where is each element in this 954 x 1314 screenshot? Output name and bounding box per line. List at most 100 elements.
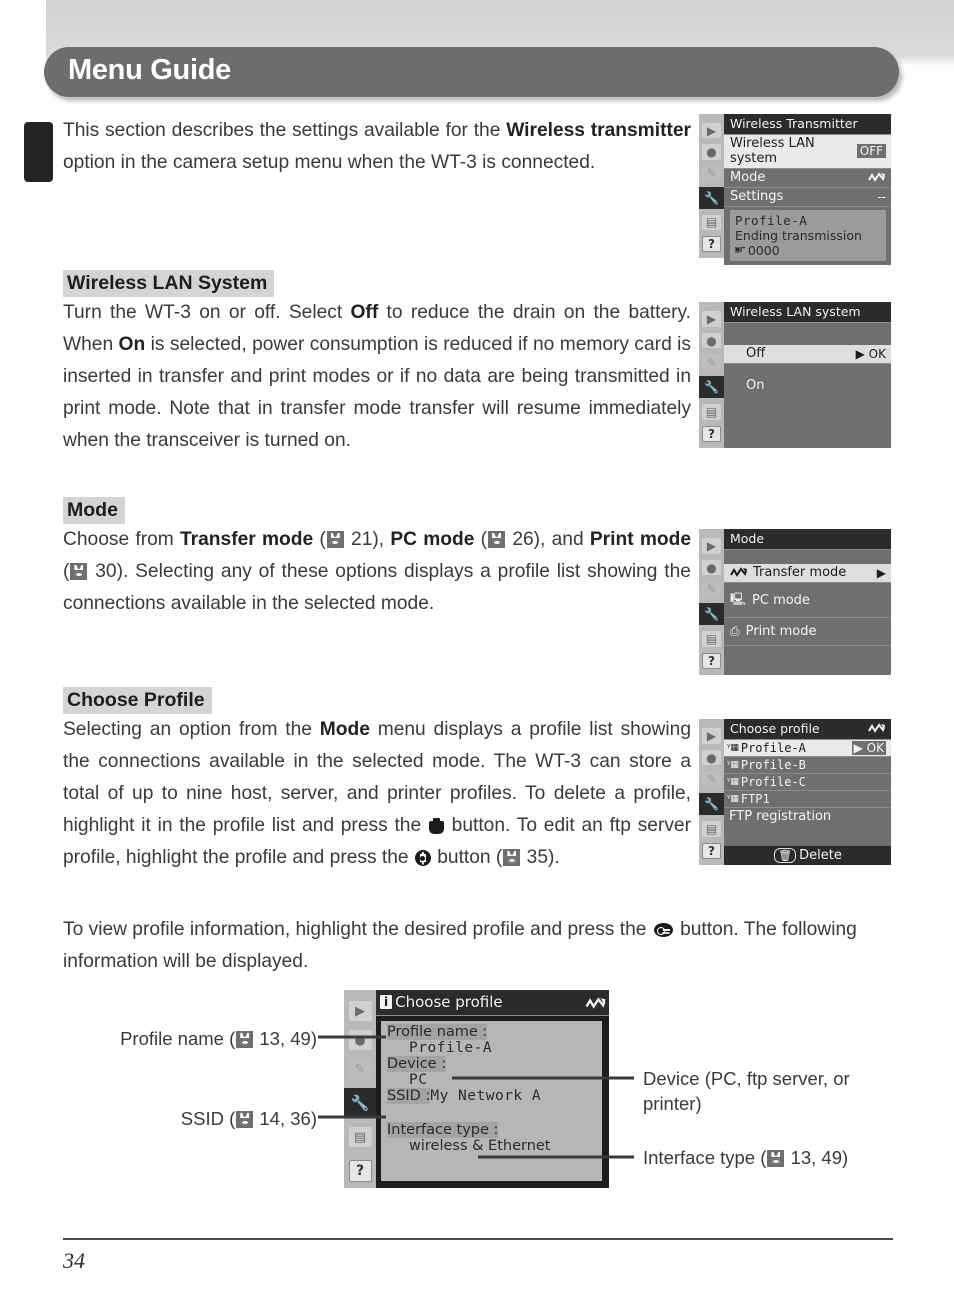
lcd4-item1-label: Profile-B: [740, 758, 806, 772]
lcd5-field2-label: SSID :: [387, 1088, 431, 1104]
callout-ssid-ref: 14, 36: [259, 1108, 311, 1129]
lcd-wireless-transmitter: ▶ ● ✎ 🔧 ▤ ? Wireless Transmitter Wireles…: [699, 114, 891, 265]
mode-text-a: Choose from: [63, 529, 180, 550]
play-icon: ▶: [702, 311, 721, 327]
reference-icon: [488, 531, 506, 548]
lcd3-option2-label: Print mode: [745, 624, 817, 639]
intro-text-c: option in the camera setup menu when the…: [63, 152, 596, 173]
lcd4-item4-label: FTP registration: [729, 809, 832, 824]
lcd1-title-text: Wireless Transmitter: [730, 116, 858, 131]
section-body-choose-profile: Selecting an option from the Mode menu d…: [63, 714, 691, 874]
pc-icon: 🖳: [730, 592, 747, 606]
lcd5-field2-value: My Network A: [430, 1088, 542, 1104]
menu-icon: ▤: [702, 821, 721, 837]
play-icon: ▶: [702, 123, 721, 139]
lcd2-option1-label: On: [746, 377, 765, 393]
reference-icon: [767, 1150, 785, 1167]
lcd2-option-on[interactable]: On: [724, 376, 891, 395]
lcd1-row2-label: Settings: [730, 189, 784, 204]
help-icon: ?: [348, 1160, 372, 1182]
help-icon: ?: [702, 426, 721, 442]
callout-ssid-text-a: SSID (: [180, 1108, 236, 1129]
lcd-sidebar: ▶ ● ✎ 🔧 ▤ ?: [699, 114, 724, 258]
mode-bold-pc: PC mode: [390, 529, 475, 550]
lcd3-title: Mode: [724, 529, 891, 550]
callout-device: Device (PC, ftp server, or printer): [643, 1066, 893, 1116]
lcd3-option-transfer-mode[interactable]: Transfer mode ▶: [724, 564, 891, 583]
lcd3-option-pc-mode[interactable]: 🖳 PC mode: [724, 583, 891, 618]
wave-icon: [730, 567, 748, 578]
printer-icon: ⎙: [730, 624, 740, 638]
section-heading-choose-profile: Choose Profile: [63, 687, 212, 714]
wrench-icon: 🔧: [699, 793, 724, 816]
lcd5-field1-label: Device :: [387, 1056, 447, 1072]
page-number: 34: [63, 1248, 85, 1273]
help-icon: ?: [702, 653, 721, 669]
lcd5-field-interface-type: Interface type : wireless & Ethernet: [387, 1122, 596, 1154]
menu-icon: ▤: [702, 214, 721, 231]
cp-text-a: Selecting an option from the: [63, 719, 320, 740]
lcd4-item-ftp1[interactable]: ᵞ▦ FTP1: [724, 791, 891, 808]
lcd1-row-wireless-lan-system[interactable]: Wireless LAN system OFF: [724, 135, 891, 169]
intro-paragraph: This section describes the settings avai…: [63, 115, 691, 179]
callout-profile-name: Profile name ( 13, 49): [97, 1026, 317, 1051]
reference-icon: [503, 849, 521, 866]
lcd5-field-ssid: SSID :My Network A: [387, 1088, 596, 1104]
lcd1-row-settings[interactable]: Settings --: [724, 188, 891, 207]
antenna-lan-icon: ᵞ▦: [727, 794, 739, 804]
mode-text-end: ). Selecting any of these options displa…: [63, 561, 691, 614]
lcd5-field0-label: Profile name :: [387, 1024, 488, 1040]
lcd1-row0-value: OFF: [856, 144, 886, 158]
reference-icon: [236, 1111, 254, 1128]
pencil-icon: ✎: [702, 165, 721, 182]
wave-icon: [585, 996, 606, 1009]
lcd2-option-off[interactable]: Off ▶ OK: [724, 345, 891, 364]
lcd3-option1-label: PC mode: [752, 593, 810, 608]
reference-icon: [236, 1031, 254, 1048]
footer-divider: [63, 1238, 893, 1240]
mode-mid-2: ), and: [533, 529, 590, 550]
lcd2-title: Wireless LAN system: [724, 302, 891, 323]
lcd5-field3-label: Interface type :: [387, 1122, 499, 1138]
wlan-text-a: Turn the WT-3 on or off. Select: [63, 302, 351, 323]
lcd2-title-text: Wireless LAN system: [730, 304, 861, 319]
menu-icon: ▤: [702, 404, 721, 420]
record-icon: ●: [702, 144, 721, 160]
lcd-sidebar: ▶ ● ✎ 🔧 ▤ ?: [699, 302, 724, 448]
wave-icon: [868, 723, 886, 734]
lcd-wireless-lan-system: ▶ ● ✎ 🔧 ▤ ? Wireless LAN system Off ▶ OK…: [699, 302, 891, 448]
multi-selector-center-icon: [414, 850, 431, 866]
lcd4-item-ftp-registration[interactable]: FTP registration: [724, 808, 891, 825]
remaining-icon: ▣↱: [735, 245, 746, 255]
lcd-sidebar: ▶ ● ✎ 🔧 ▤ ?: [699, 719, 724, 865]
mode-bold-print: Print mode: [589, 529, 691, 550]
lcd3-option-print-mode[interactable]: ⎙ Print mode: [724, 618, 891, 646]
callout-profile-name-ref: 13, 49: [259, 1028, 311, 1049]
lcd1-row-mode[interactable]: Mode: [724, 169, 891, 188]
antenna-lan-icon: ᵞ▦: [727, 777, 739, 787]
lcd4-item3-label: FTP1: [740, 792, 770, 806]
lcd5-field-device: Device : PC: [387, 1056, 596, 1088]
wlan-bold-on: On: [118, 334, 146, 355]
antenna-lan-icon: ᵞ▦: [727, 760, 739, 770]
lcd-mode: ▶ ● ✎ 🔧 ▤ ? Mode Transfer mode ▶ 🖳 PC mo…: [699, 529, 891, 675]
callout-profile-name-text-b: ): [310, 1028, 317, 1049]
mode-ref-30: 30: [95, 561, 117, 582]
intro-text-a: This section describes the settings avai…: [63, 120, 507, 141]
lcd4-item0-value: ▶ OK: [851, 741, 886, 755]
wave-icon: [868, 172, 886, 183]
callout-interface-text-b: ): [841, 1147, 849, 1168]
wlan-bold-off: Off: [350, 302, 379, 323]
lcd4-item-profile-b[interactable]: ᵞ▦ Profile-B: [724, 757, 891, 774]
intro-bold-wireless-transmitter: Wireless transmitter: [506, 120, 691, 141]
lcd4-item-profile-c[interactable]: ᵞ▦ Profile-C: [724, 774, 891, 791]
record-icon: ●: [702, 749, 721, 766]
lcd3-option0-label: Transfer mode: [753, 565, 847, 580]
lcd4-item-profile-a[interactable]: ᵞ▦ Profile-A ▶ OK: [724, 740, 891, 757]
view-info-text-a: To view profile information, highlight t…: [63, 919, 652, 940]
play-icon: ▶: [348, 1001, 372, 1021]
lcd-profile-info: ▶ ● ✎ 🔧 ▤ ? i Choose profile Profile nam…: [344, 990, 609, 1188]
lcd2-option0-label: Off: [746, 346, 766, 361]
lcd4-footer-delete[interactable]: 🗑 Delete: [724, 846, 891, 865]
lcd4-title: Choose profile: [724, 719, 891, 740]
